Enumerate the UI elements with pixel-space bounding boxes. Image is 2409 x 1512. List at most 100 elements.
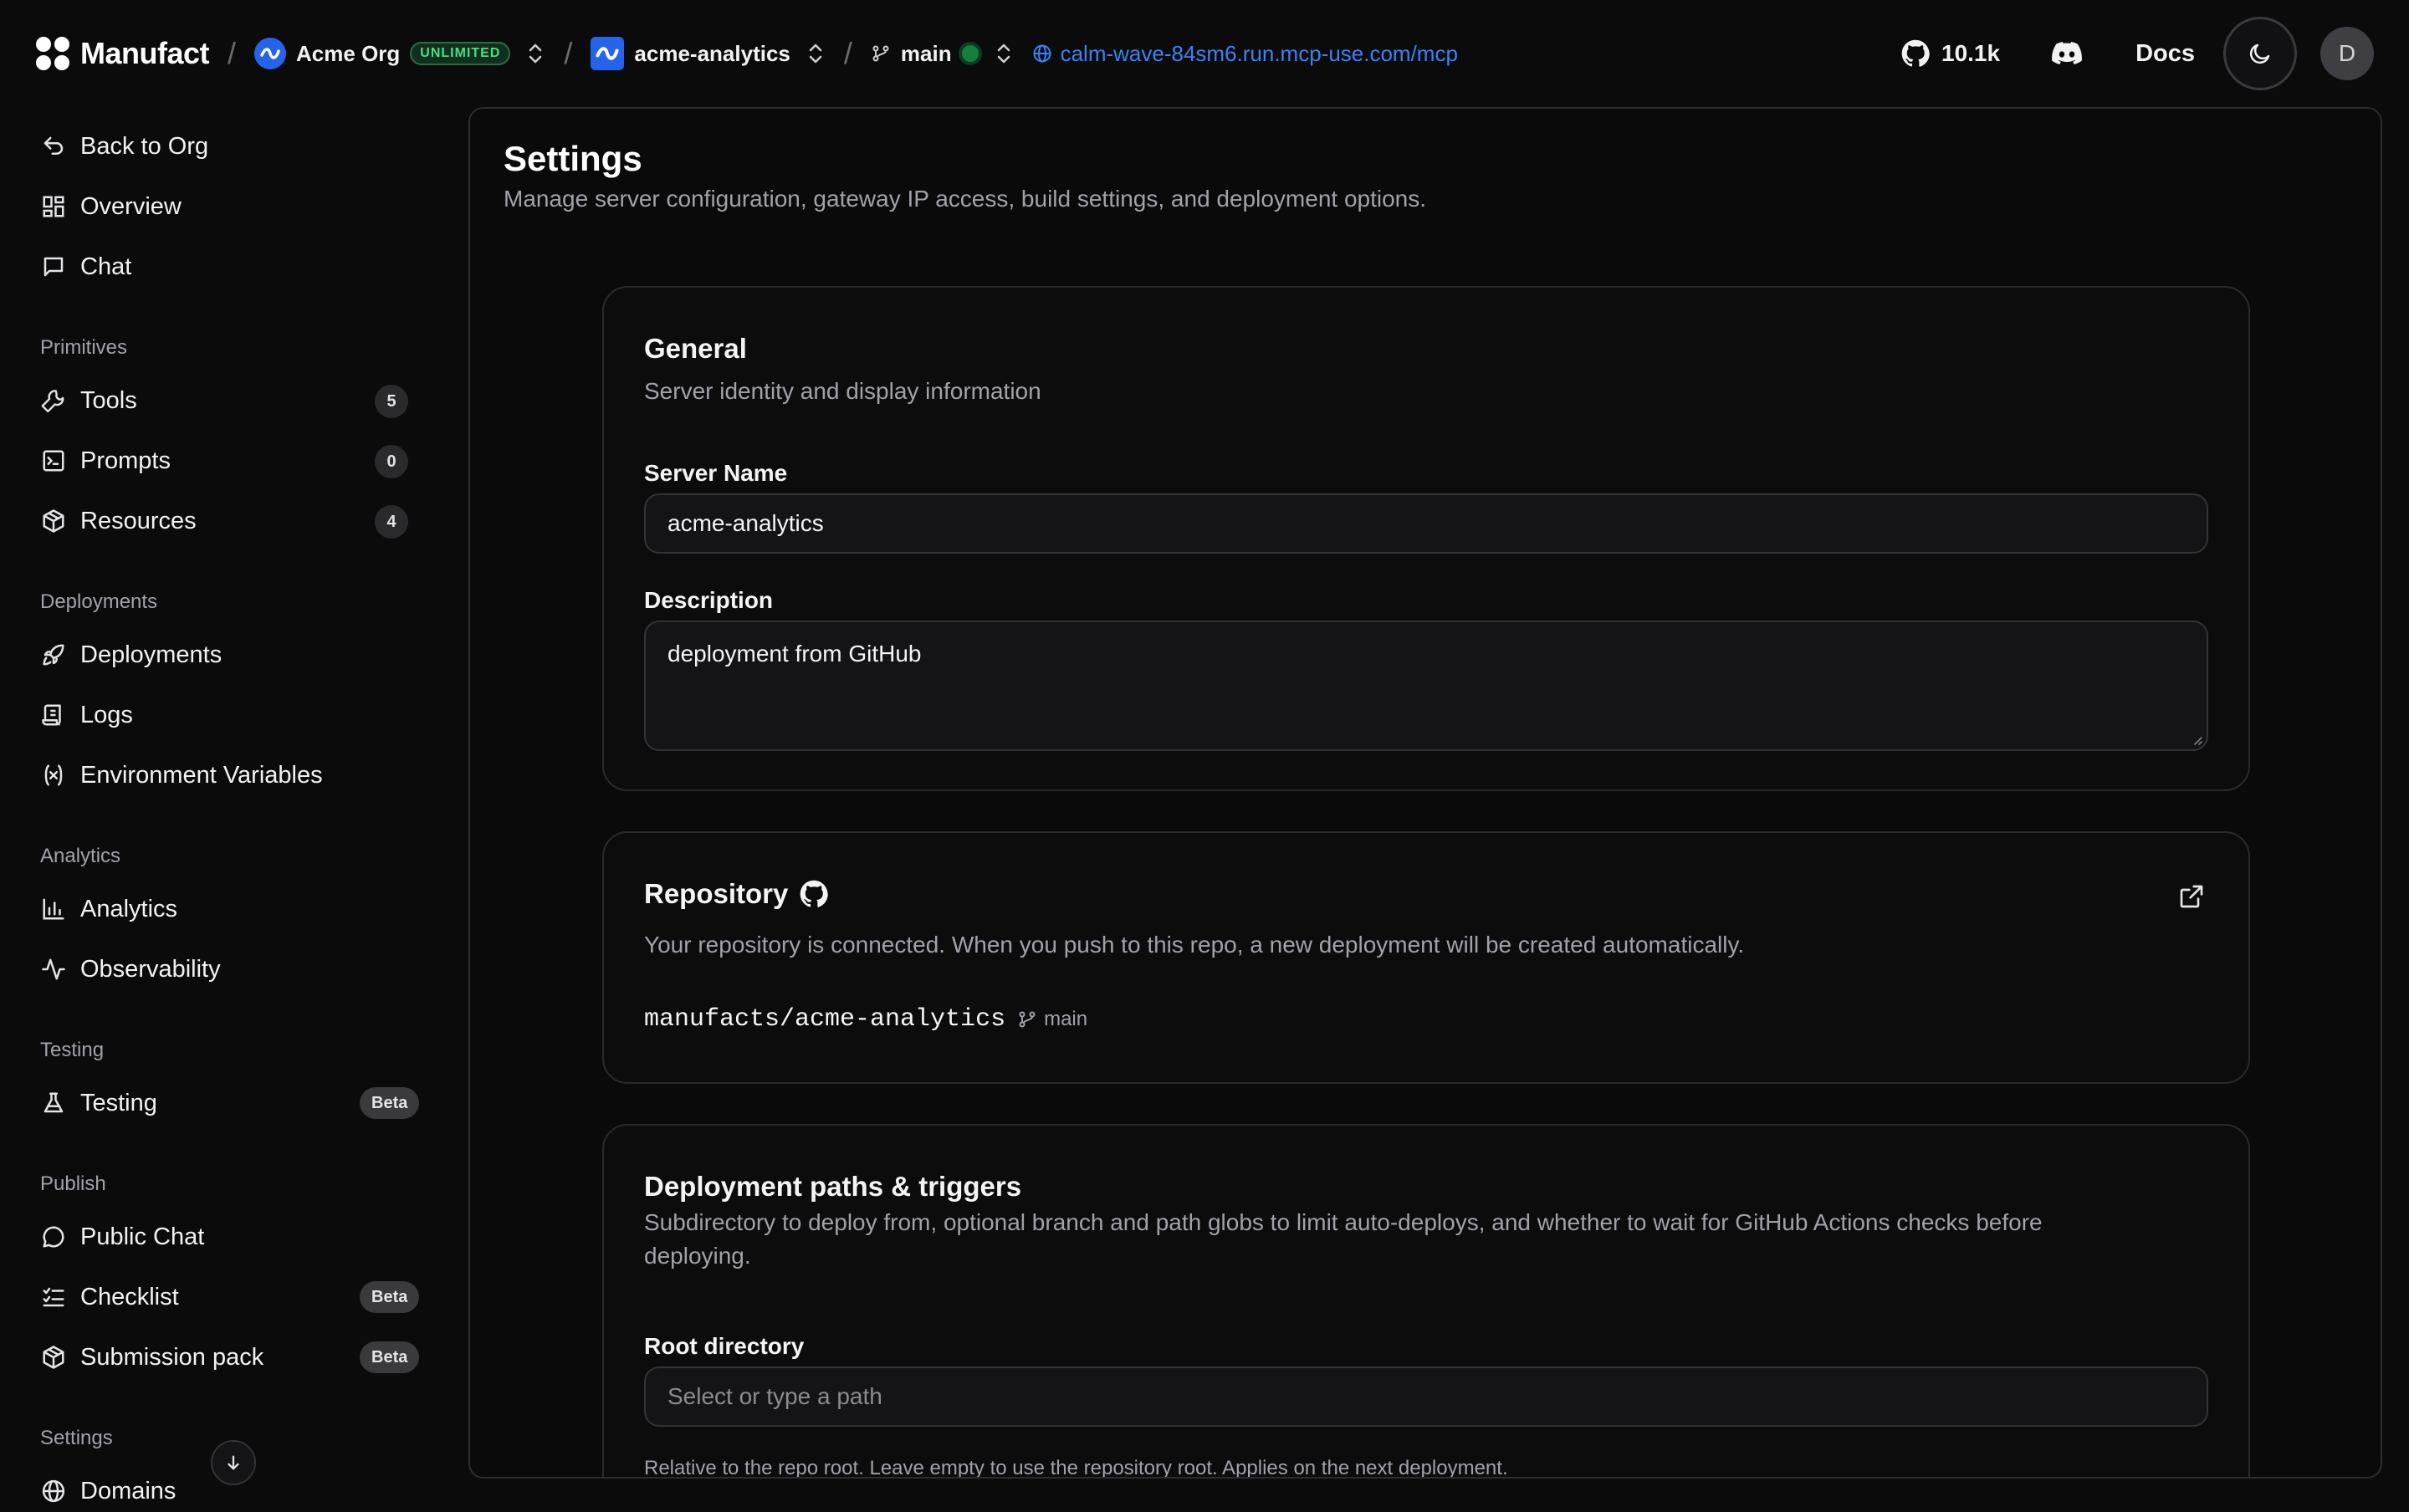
- chevron-up-down-icon: [994, 42, 1014, 65]
- deployment-paths-title: Deployment paths & triggers: [644, 1171, 1022, 1202]
- breadcrumb-separator: /: [843, 36, 852, 70]
- section-label-deployments: Deployments: [40, 590, 158, 613]
- sidebar-item-label: Tools: [80, 386, 137, 414]
- sidebar-item-label: Environment Variables: [80, 761, 323, 789]
- github-icon: [1901, 39, 1930, 68]
- discord-icon: [2052, 42, 2083, 65]
- sidebar-scroll-down-button[interactable]: [211, 1440, 256, 1485]
- package-box-icon: [40, 1344, 67, 1371]
- chat-square-icon: [40, 253, 67, 280]
- sidebar-item-resources[interactable]: Resources: [40, 500, 197, 542]
- rocket-icon: [40, 641, 67, 668]
- sidebar-item-label: Resources: [80, 507, 197, 534]
- repository-card: Repository Your repository is connected.…: [602, 831, 2250, 1084]
- project-name: acme-analytics: [634, 40, 790, 66]
- sidebar: Back to Org Overview Chat Primitives Too…: [0, 107, 452, 1505]
- sidebar-item-label: Observability: [80, 955, 221, 983]
- general-title: General: [644, 333, 747, 364]
- sidebar-item-label: Domains: [80, 1477, 176, 1504]
- terminal-square-icon: [40, 447, 67, 474]
- sidebar-item-back-to-org[interactable]: Back to Org: [40, 125, 208, 167]
- page-title: Settings: [504, 139, 642, 178]
- user-avatar[interactable]: D: [2320, 27, 2374, 80]
- sidebar-item-public-chat[interactable]: Public Chat: [40, 1216, 204, 1258]
- breadcrumb-separator: /: [564, 36, 573, 70]
- project-avatar-icon: [591, 37, 625, 70]
- org-avatar-icon: [254, 38, 287, 69]
- dashboard-grid-icon: [40, 193, 67, 220]
- resize-grip-icon[interactable]: [2190, 733, 2203, 746]
- root-directory-help: Relative to the repo root. Leave empty t…: [644, 1457, 1508, 1479]
- settings-panel: Settings Manage server configuration, ga…: [468, 107, 2382, 1479]
- git-branch-icon: [1017, 1009, 1037, 1029]
- repository-branch: main: [1017, 1008, 1087, 1031]
- server-name-label: Server Name: [644, 460, 788, 486]
- sidebar-item-checklist[interactable]: Checklist: [40, 1276, 179, 1318]
- section-label-analytics: Analytics: [40, 845, 121, 867]
- org-switcher[interactable]: Acme Org UNLIMITED: [254, 38, 545, 69]
- github-stars-count: 10.1k: [1941, 40, 2001, 66]
- description-label: Description: [644, 587, 774, 613]
- root-directory-input[interactable]: Select or type a path: [644, 1366, 2208, 1427]
- sidebar-item-tools[interactable]: Tools: [40, 380, 137, 421]
- repository-title: Repository: [644, 878, 789, 909]
- scroll-text-icon: [40, 702, 67, 728]
- sidebar-item-environment-variables[interactable]: Environment Variables: [40, 754, 323, 796]
- plan-badge: UNLIMITED: [410, 42, 511, 65]
- sidebar-item-label: Prompts: [80, 447, 171, 474]
- mcp-url-link[interactable]: calm-wave-84sm6.run.mcp-use.com/mcp: [1032, 41, 1458, 67]
- sidebar-item-overview[interactable]: Overview: [40, 186, 182, 227]
- github-stars-link[interactable]: 10.1k: [1901, 39, 2000, 68]
- general-description: Server identity and display information: [644, 378, 1041, 404]
- package-box-icon: [40, 508, 67, 534]
- arrow-down-icon: [224, 1453, 243, 1472]
- branch-name: main: [900, 40, 952, 66]
- deployment-paths-card: Deployment paths & triggers Subdirectory…: [602, 1124, 2250, 1479]
- sidebar-item-label: Testing: [80, 1089, 157, 1116]
- resources-count-badge: 4: [375, 505, 408, 539]
- sidebar-item-domains[interactable]: Domains: [40, 1470, 176, 1512]
- github-icon: [800, 880, 829, 908]
- variable-icon: [40, 762, 67, 789]
- sidebar-item-chat[interactable]: Chat: [40, 246, 131, 288]
- server-name-input[interactable]: acme-analytics: [644, 493, 2208, 554]
- sidebar-item-prompts[interactable]: Prompts: [40, 440, 171, 482]
- sidebar-item-label: Logs: [80, 701, 133, 728]
- project-switcher[interactable]: acme-analytics: [591, 37, 825, 70]
- mcp-url-text: calm-wave-84sm6.run.mcp-use.com/mcp: [1060, 40, 1458, 66]
- tools-count-badge: 5: [375, 385, 408, 418]
- description-value: deployment from GitHub: [667, 641, 922, 667]
- activity-pulse-icon: [40, 956, 67, 983]
- deployment-paths-description: Subdirectory to deploy from, optional br…: [644, 1209, 2043, 1269]
- deployment-status-dot: [961, 45, 979, 62]
- moon-icon: [2248, 41, 2273, 66]
- bar-chart-icon: [40, 896, 67, 922]
- breadcrumb-separator: /: [228, 36, 237, 70]
- theme-toggle-button[interactable]: [2223, 17, 2297, 90]
- org-name: Acme Org: [296, 40, 401, 66]
- open-repository-link[interactable]: [2178, 883, 2205, 910]
- sidebar-item-label: Checklist: [80, 1283, 179, 1310]
- sidebar-item-label: Analytics: [80, 895, 178, 922]
- sidebar-item-testing[interactable]: Testing: [40, 1082, 157, 1124]
- docs-link[interactable]: Docs: [2135, 40, 2195, 68]
- list-checks-icon: [40, 1284, 67, 1310]
- submission-pack-beta-badge: Beta: [360, 1341, 420, 1373]
- sidebar-item-deployments[interactable]: Deployments: [40, 634, 222, 676]
- page-subtitle: Manage server configuration, gateway IP …: [504, 186, 1427, 212]
- git-branch-icon: [871, 43, 891, 64]
- branch-switcher[interactable]: main: [871, 41, 1014, 67]
- prompts-count-badge: 0: [375, 445, 408, 478]
- sidebar-item-observability[interactable]: Observability: [40, 948, 221, 990]
- description-textarea[interactable]: deployment from GitHub: [644, 621, 2208, 751]
- sidebar-item-analytics[interactable]: Analytics: [40, 888, 177, 930]
- sidebar-item-logs[interactable]: Logs: [40, 694, 133, 736]
- top-bar: Manufact / Acme Org UNLIMITED / acme-ana…: [0, 0, 2409, 107]
- globe-icon: [40, 1478, 67, 1504]
- testing-beta-badge: Beta: [360, 1087, 420, 1119]
- sidebar-item-label: Overview: [80, 192, 182, 220]
- brand-logo[interactable]: Manufact: [35, 36, 210, 71]
- section-label-publish: Publish: [40, 1172, 106, 1195]
- discord-link[interactable]: [2052, 42, 2083, 65]
- sidebar-item-submission-pack[interactable]: Submission pack: [40, 1336, 263, 1378]
